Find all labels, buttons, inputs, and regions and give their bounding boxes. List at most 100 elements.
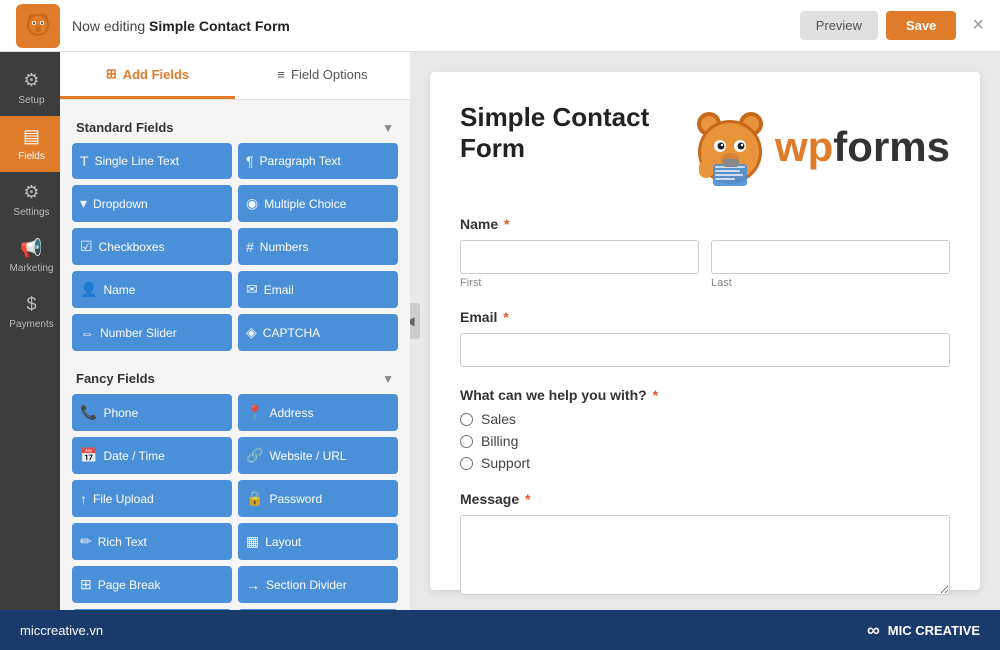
name-required: * [504,216,509,232]
radio-billing-input[interactable] [460,435,473,448]
field-phone[interactable]: 📞 Phone [72,394,232,431]
field-layout[interactable]: ▦ Layout [238,523,398,560]
fields-icon: ▤ [23,126,40,147]
main-layout: ⚙ Setup ▤ Fields ⚙ Settings 📢 Marketing … [0,52,1000,610]
tab-add-fields[interactable]: ⊞ Add Fields [60,52,235,99]
field-dropdown[interactable]: ▾ Dropdown [72,185,232,222]
field-options-icon: ≡ [277,67,285,82]
name-first-input[interactable] [460,240,699,274]
panel-tabs: ⊞ Add Fields ≡ Field Options [60,52,410,100]
email-label: Email * [460,309,950,325]
help-required: * [653,387,658,403]
sidebar-nav: ⚙ Setup ▤ Fields ⚙ Settings 📢 Marketing … [0,52,60,610]
sidebar-item-payments[interactable]: $ Payments [0,284,60,340]
layout-icon: ▦ [246,533,259,550]
email-icon: ✉ [246,281,258,298]
field-captcha[interactable]: ◈ CAPTCHA [238,314,398,351]
name-last-col: Last [711,240,950,289]
add-fields-icon: ⊞ [106,66,117,82]
field-multiple-choice[interactable]: ◉ Multiple Choice [238,185,398,222]
file-upload-icon: ↑ [80,491,87,507]
field-section-divider[interactable]: → Section Divider [238,566,398,603]
field-file-upload[interactable]: ↑ File Upload [72,480,232,517]
standard-fields-header[interactable]: Standard Fields ▼ [72,112,398,143]
numbers-icon: # [246,239,254,255]
collapse-panel-button[interactable]: ◀ [410,303,420,339]
top-bar: Now editing Simple Contact Form Preview … [0,0,1000,52]
name-last-label: Last [711,277,950,289]
sidebar-item-settings[interactable]: ⚙ Settings [0,172,60,228]
help-label: What can we help you with? * [460,387,950,403]
number-slider-icon: ⇔ [80,325,94,341]
password-icon: 🔒 [246,490,263,507]
name-first-label: First [460,277,699,289]
field-page-break[interactable]: ⊞ Page Break [72,566,232,603]
sidebar-item-fields[interactable]: ▤ Fields [0,116,60,172]
form-group-email: Email * [460,309,950,367]
sidebar-item-setup[interactable]: ⚙ Setup [0,60,60,116]
footer-brand: ∞ MIC CREATIVE [867,620,980,641]
radio-group: Sales Billing Support [460,411,950,471]
field-number-slider[interactable]: ⇔ Number Slider [72,314,232,351]
form-group-message: Message * [460,491,950,600]
dropdown-icon: ▾ [80,195,87,212]
email-input[interactable] [460,333,950,367]
message-label: Message * [460,491,950,507]
app-logo [16,4,60,48]
section-divider-icon: → [246,577,260,593]
message-required: * [525,491,530,507]
field-name[interactable]: 👤 Name [72,271,232,308]
panel-content: Standard Fields ▼ T Single Line Text ¶ P… [60,100,410,610]
checkboxes-icon: ☑ [80,238,93,255]
message-textarea[interactable] [460,515,950,595]
radio-support-input[interactable] [460,457,473,470]
multiple-choice-icon: ◉ [246,195,258,212]
bear-mascot [685,102,775,192]
marketing-icon: 📢 [20,238,42,259]
radio-sales[interactable]: Sales [460,411,950,427]
field-single-line-text[interactable]: T Single Line Text [72,143,232,179]
page-break-icon: ⊞ [80,576,92,593]
form-group-help: What can we help you with? * Sales Billi… [460,387,950,471]
field-email[interactable]: ✉ Email [238,271,398,308]
field-numbers[interactable]: # Numbers [238,228,398,265]
name-first-col: First [460,240,699,289]
tab-field-options[interactable]: ≡ Field Options [235,52,410,99]
settings-icon: ⚙ [23,182,39,203]
field-address[interactable]: 📍 Address [238,394,398,431]
footer-website: miccreative.vn [20,623,103,638]
fields-panel: ⊞ Add Fields ≡ Field Options Standard Fi… [60,52,410,610]
close-button[interactable]: × [972,14,984,37]
fancy-fields-grid: 📞 Phone 📍 Address 📅 Date / Time 🔗 Websit… [72,394,398,610]
fancy-fields-header[interactable]: Fancy Fields ▼ [72,363,398,394]
save-button[interactable]: Save [886,11,956,40]
wpforms-text: wpforms [775,126,950,168]
radio-support[interactable]: Support [460,455,950,471]
field-password[interactable]: 🔒 Password [238,480,398,517]
name-last-input[interactable] [711,240,950,274]
field-date-time[interactable]: 📅 Date / Time [72,437,232,474]
date-time-icon: 📅 [80,447,97,464]
radio-sales-input[interactable] [460,413,473,426]
email-required: * [503,309,508,325]
footer: miccreative.vn ∞ MIC CREATIVE [0,610,1000,650]
form-header: Simple Contact Form [460,102,950,192]
preview-button[interactable]: Preview [800,11,878,40]
sidebar-item-marketing[interactable]: 📢 Marketing [0,228,60,284]
form-group-name: Name * First Last [460,216,950,289]
radio-billing[interactable]: Billing [460,433,950,449]
field-checkboxes[interactable]: ☑ Checkboxes [72,228,232,265]
standard-chevron-icon: ▼ [382,121,394,135]
name-icon: 👤 [80,281,97,298]
name-label: Name * [460,216,950,232]
captcha-icon: ◈ [246,324,257,341]
editing-title: Now editing Simple Contact Form [72,18,290,34]
fancy-chevron-icon: ▼ [382,372,394,386]
field-paragraph-text[interactable]: ¶ Paragraph Text [238,143,398,179]
field-website[interactable]: 🔗 Website / URL [238,437,398,474]
setup-icon: ⚙ [23,70,39,91]
form-preview: Simple Contact Form [430,72,980,590]
field-rich-text[interactable]: ✏ Rich Text [72,523,232,560]
rich-text-icon: ✏ [80,533,92,550]
wpforms-logo: wpforms [685,102,950,192]
